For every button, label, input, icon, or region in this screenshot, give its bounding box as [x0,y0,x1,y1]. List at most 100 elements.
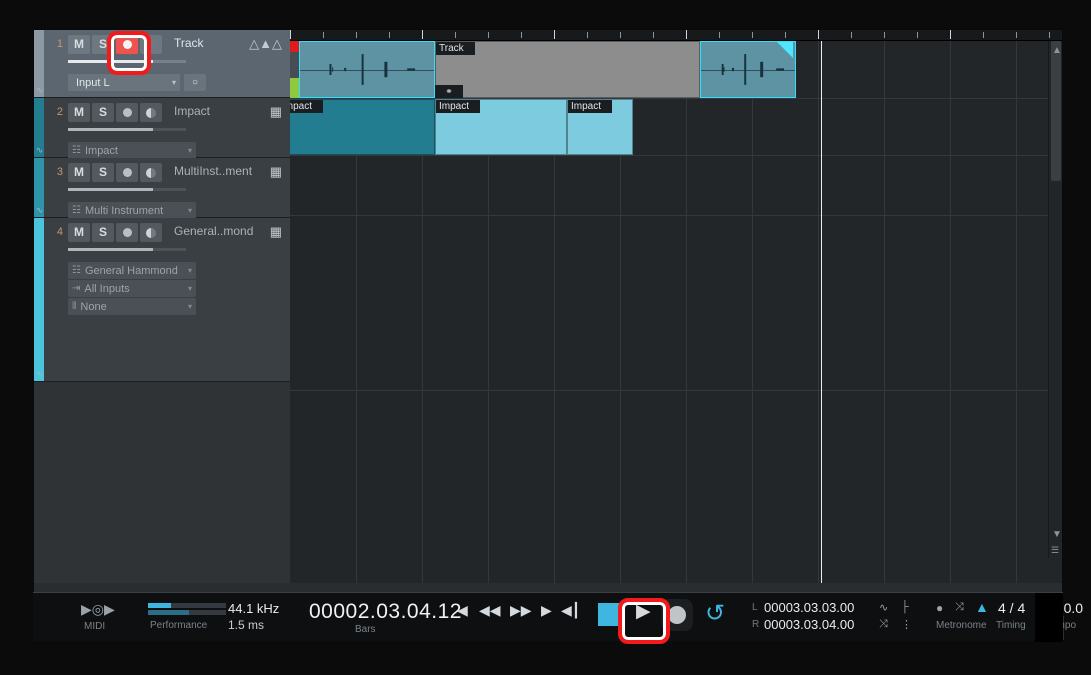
track-header-1[interactable]: ∿ 1 M S Track △▲△ Input L ▾ ○ [34,30,290,98]
wrench-icon[interactable]: ⤨ [879,618,888,631]
chevron-down-icon[interactable]: ▾ [188,302,192,311]
clip-label[interactable]: Track [436,42,475,55]
track-2-automation-icon[interactable]: ∿ [35,146,44,155]
clip-Impact-4[interactable]: Impact [435,99,567,155]
track-3-monitor-button[interactable] [140,163,162,182]
clip-Track-1[interactable]: Track [435,41,700,98]
loop-right-value[interactable]: 00003.03.04.00 [764,617,854,632]
grid-line-vertical [1016,41,1017,583]
track-4-automation-icon[interactable]: ∿ [35,370,44,379]
metronome-record-dot-icon[interactable]: ● [936,601,943,615]
track-2-record-arm-button[interactable] [116,103,138,122]
track-header-column: ∿ 1 M S Track △▲△ Input L ▾ ○ ∿ 2 M S Im… [34,30,290,583]
ruler-tick [488,32,489,38]
loop-icon[interactable]: ↺ [705,599,725,628]
loop-left-value[interactable]: 00003.03.03.00 [764,600,854,615]
track-4-volume-fader[interactable] [68,248,186,251]
clip-label[interactable]: Impact [568,100,613,113]
rewind-button[interactable]: ◀◀ [479,602,501,619]
track-4-number: 4 [56,226,63,238]
clip-group-badge[interactable]: ⚭ [435,85,463,98]
track-2-mute-button[interactable]: M [68,103,90,122]
scroll-zoom-icon[interactable]: ☰ [1051,545,1059,556]
clip-label[interactable]: Impact [436,100,481,113]
chevron-down-icon[interactable]: ▾ [172,78,176,87]
monitor-icon [146,167,156,178]
grid-line-horizontal [290,155,1062,156]
clip-fade-corner[interactable] [777,42,793,58]
track-4-buttons[interactable]: M S [68,223,162,242]
track-3-solo-button[interactable]: S [92,163,114,182]
chevron-down-icon[interactable]: ▾ [188,284,192,293]
arrange-timeline[interactable]: Track Impact Impact Impact ⚭ ▲ ▼ ☰ [290,30,1062,583]
chevron-down-icon[interactable]: ▾ [188,206,192,215]
track-header-4[interactable]: ∿ 4 M S General..mond ▦ ☷ General Hammon… [34,218,290,382]
track-2-monitor-button[interactable] [140,103,162,122]
row-label: None [80,300,107,313]
track-3-automation-icon[interactable]: ∿ [35,206,44,215]
grid-line-horizontal [290,390,1062,391]
track-1-automation-icon[interactable]: ∿ [35,86,44,95]
track-3-name[interactable]: MultiInst..ment [174,164,252,178]
track-3-mute-button[interactable]: M [68,163,90,182]
scroll-down-icon[interactable]: ▼ [1052,529,1062,540]
clip-Impact-5[interactable]: Impact [567,99,633,155]
metronome-icon[interactable]: ▲ [975,599,989,615]
performance-meter-cpu [148,603,226,608]
track-1-type-icon: △▲△ [249,36,282,51]
track-4-solo-button[interactable]: S [92,223,114,242]
clip-audio-0[interactable] [299,41,435,98]
record-dot-icon [122,108,132,118]
track-4-record-arm-button[interactable] [116,223,138,242]
vertical-scrollbar-thumb[interactable] [1051,41,1061,181]
ruler-tick [1049,32,1050,38]
track-4-monitor-button[interactable] [140,223,162,242]
chevron-down-icon[interactable]: ▾ [188,146,192,155]
track-3-volume-fader[interactable] [68,188,186,191]
track-1-name[interactable]: Track [174,36,204,50]
track-1-mono-button[interactable]: ○ [184,74,206,91]
tilde-icon[interactable]: ∿ [879,601,888,614]
transport-record-highlight [618,598,670,644]
return-to-start-button[interactable]: ◀┃ [561,602,580,619]
marker-icon[interactable]: ├ [901,601,909,613]
clip-Impact-3[interactable]: Impact [290,99,435,155]
playhead[interactable] [821,41,822,583]
track-4-name[interactable]: General..mond [174,224,253,238]
track-1-select-row-0[interactable]: Input L ▾ [68,74,180,91]
track-header-2[interactable]: ∿ 2 M S Impact ▦ ☷ Impact ▾ [34,98,290,159]
ruler-tick [290,30,291,39]
track-3-record-arm-button[interactable] [116,163,138,182]
metronome-label: Metronome [936,620,987,631]
transport-timecode[interactable]: 00002.03.04.12 [309,600,462,624]
track-2-buttons[interactable]: M S [68,103,162,122]
track-4-color-strip[interactable] [34,218,44,381]
track-2-solo-button[interactable]: S [92,103,114,122]
fast-forward-button[interactable]: ▶▶ [510,602,532,619]
forward-step-button[interactable]: ▶ [541,602,552,619]
clip-label[interactable]: Impact [290,100,324,113]
track-4-mute-button[interactable]: M [68,223,90,242]
track-4-select-row-0[interactable]: ☷ General Hammond ▾ [68,262,196,279]
waveform [300,42,434,97]
ruler-icon[interactable]: ⋮ [901,618,912,631]
meter-mid-segment [290,52,299,78]
transport-bar[interactable]: ▶◎▶ MIDI Performance 44.1 kHz 1.5 ms 000… [33,592,1083,642]
chevron-down-icon[interactable]: ▾ [188,266,192,275]
track-2-select-row-0[interactable]: ☷ Impact ▾ [68,142,196,159]
scroll-up-icon[interactable]: ▲ [1052,45,1062,56]
track-1-mute-button[interactable]: M [68,35,90,54]
track-header-3[interactable]: ∿ 3 M S MultiInst..ment ▦ ☷ Multi Instru… [34,158,290,219]
track-2-volume-fader[interactable] [68,128,186,131]
ruler-tick [554,30,555,39]
track-4-select-row-2[interactable]: ⦀ None ▾ [68,298,196,315]
track-3-buttons[interactable]: M S [68,163,162,182]
track-2-name[interactable]: Impact [174,104,210,118]
rewind-step-button[interactable]: ◀ [457,602,468,619]
track-3-select-row-0[interactable]: ☷ Multi Instrument ▾ [68,202,196,219]
timing-value[interactable]: 4 / 4 [998,600,1025,616]
metronome-wrench-icon[interactable]: ⤨ [955,601,964,614]
track-4-select-row-1[interactable]: ⇥ All Inputs ▾ [68,280,196,297]
vertical-scrollbar[interactable]: ▲ ▼ ☰ [1048,41,1062,558]
timeline-ruler[interactable] [290,30,1062,41]
